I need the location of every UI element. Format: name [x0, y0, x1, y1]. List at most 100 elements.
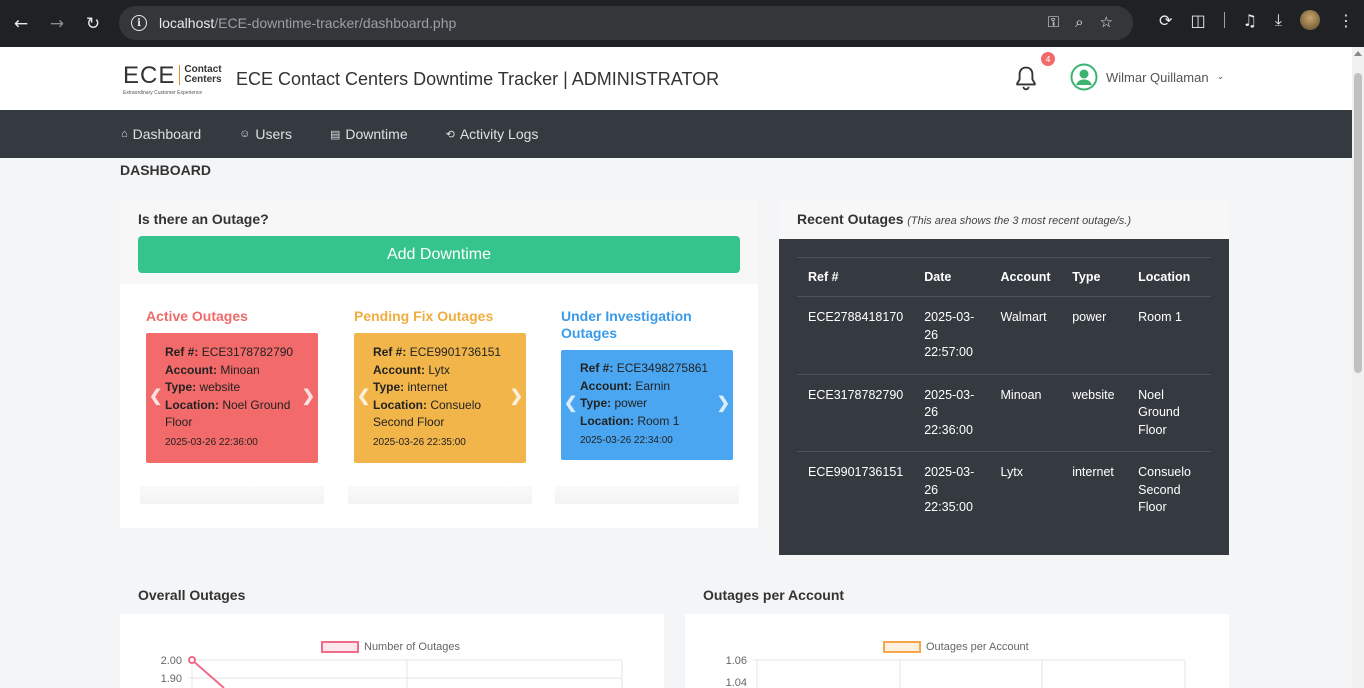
nav-item-label: Activity Logs [459, 126, 539, 142]
account-label: Account: [373, 362, 425, 377]
cell-type: website [1061, 374, 1128, 452]
carousel-indicator-shadow [555, 486, 739, 504]
nav-item-activity-logs[interactable]: ⟲ Activity Logs [446, 126, 539, 142]
bookmark-star-icon[interactable]: ☆ [1100, 13, 1113, 31]
nav-item-downtime[interactable]: ▤ Downtime [330, 126, 408, 142]
ref-value: ECE9901736151 [409, 345, 502, 359]
time-part: 22:36:00 [924, 422, 973, 437]
chevron-left-icon[interactable]: ❮ [357, 388, 370, 406]
y-tick-label: 1.04 [726, 677, 747, 688]
sync-icon[interactable]: ⟳ [1159, 11, 1172, 30]
series-line [191, 659, 225, 688]
column-header: Type [1061, 257, 1128, 297]
cell-type: power [1061, 296, 1128, 375]
date-part: 26 [924, 482, 939, 497]
legend-swatch [883, 641, 921, 653]
menu-dots-icon[interactable]: ⋮ [1338, 11, 1354, 30]
account-label: Account: [165, 362, 217, 377]
app-title: ECE Contact Centers Downtime Tracker | A… [236, 69, 720, 89]
cell-account: Minoan [989, 374, 1062, 452]
chevron-left-icon[interactable]: ❮ [564, 395, 577, 413]
legend-label: Number of Outages [364, 641, 460, 653]
carousel-indicator-shadow [140, 486, 324, 504]
ref-value: ECE3178782790 [201, 345, 294, 359]
timestamp: 2025-03-26 22:36:00 [165, 436, 258, 448]
timestamp: 2025-03-26 22:35:00 [373, 436, 466, 448]
table-header-row: Ref # Date Account Type Location [797, 257, 1211, 297]
under-investigation-column: Under Investigation Outages Ref #: ECE34… [555, 308, 739, 504]
app-header: ECE Contact Centers Extraordinary Custome… [0, 47, 1352, 110]
type-label: Type: [165, 380, 197, 394]
profile-avatar[interactable] [1300, 10, 1320, 30]
home-icon: ⌂ [121, 128, 128, 140]
type-label: Type: [580, 396, 612, 410]
user-name: Wilmar Quillaman [1106, 69, 1209, 85]
forward-icon[interactable]: → [39, 6, 75, 42]
account-value: Minoan [220, 362, 260, 377]
download-icon[interactable]: ⤓ [1275, 10, 1282, 30]
logo-ece: ECE [123, 62, 176, 89]
nav-item-dashboard[interactable]: ⌂ Dashboard [121, 126, 201, 142]
nav-item-users[interactable]: ☺ Users [239, 126, 292, 142]
logo-line2: Centers [184, 74, 222, 85]
column-header: Date [913, 257, 990, 297]
date-part: 2025-03- [924, 387, 975, 402]
chevron-right-icon[interactable]: ❯ [717, 395, 730, 413]
location-label: Location: [165, 397, 219, 412]
ref-value: ECE3498275861 [616, 361, 709, 375]
type-value: internet [407, 380, 448, 394]
add-downtime-button[interactable]: Add Downtime [138, 236, 740, 273]
column-title: Under Investigation Outages [561, 308, 692, 341]
data-point[interactable] [188, 656, 196, 664]
password-key-icon[interactable]: ⚿ [1048, 13, 1059, 31]
scroll-up-arrow[interactable] [1354, 51, 1362, 56]
chevron-right-icon[interactable]: ❯ [302, 388, 315, 406]
cell-location: Room 1 [1127, 296, 1211, 375]
legend-label: Outages per Account [926, 641, 1029, 653]
outage-slide[interactable]: Ref #: ECE9901736151 Account: Lytx Type:… [354, 333, 526, 463]
logo-tagline: Extraordinary Customer Experience [123, 90, 203, 96]
user-menu[interactable]: Wilmar Quillaman ⌄ [1070, 63, 1224, 91]
reload-icon[interactable]: ↻ [75, 6, 111, 42]
y-tick-label: 1.06 [726, 655, 747, 667]
url-text[interactable]: localhost/ECE-downtime-tracker/dashboard… [159, 15, 456, 31]
scrollbar-thumb[interactable] [1354, 73, 1362, 373]
column-header: Location [1127, 257, 1211, 297]
column-title: Active Outages [146, 308, 248, 324]
extensions-icon[interactable]: ◫ [1190, 11, 1205, 30]
overall-outages-title: Overall Outages [120, 576, 664, 614]
address-bar[interactable]: i localhost/ECE-downtime-tracker/dashboa… [119, 6, 1133, 40]
account-value: Earnin [635, 378, 671, 393]
page-scrollbar[interactable] [1352, 47, 1364, 688]
account-label: Account: [580, 378, 632, 393]
nav-item-label: Dashboard [132, 126, 202, 142]
ref-label: Ref #: [165, 345, 199, 359]
time-part: 22:35:00 [924, 500, 973, 514]
type-value: website [199, 380, 241, 394]
site-info-icon[interactable]: i [131, 15, 147, 31]
cell-ref: ECE2788418170 [797, 296, 914, 375]
chevron-left-icon[interactable]: ❮ [149, 388, 162, 406]
back-icon[interactable]: ← [3, 6, 39, 42]
location-label: Location: [580, 413, 634, 428]
outages-per-account-title: Outages per Account [685, 576, 1229, 614]
cell-location: Consuelo Second Floor [1127, 452, 1211, 529]
outage-slide[interactable]: Ref #: ECE3178782790 Account: Minoan Typ… [146, 333, 318, 463]
location-value: Room 1 [637, 413, 680, 428]
cell-ref: ECE9901736151 [808, 465, 904, 479]
company-logo[interactable]: ECE Contact Centers Extraordinary Custome… [123, 62, 222, 97]
outage-slide[interactable]: Ref #: ECE3498275861 Account: Earnin Typ… [561, 350, 733, 460]
bell-icon[interactable] [1012, 64, 1040, 92]
page-title: DASHBOARD [120, 162, 211, 178]
chevron-right-icon[interactable]: ❯ [510, 388, 523, 406]
time-part: 22:57:00 [924, 345, 973, 359]
media-icon[interactable]: ♫ [1243, 11, 1257, 30]
table-row: ECE2788418170 2025-03- 26 22:57:00 Walmart… [797, 296, 1211, 375]
location-part: Noel [1138, 387, 1164, 402]
recent-outages-card: Recent Outages (This area shows the 3 mo… [779, 200, 1229, 555]
url-host: localhost [159, 15, 215, 31]
legend-swatch [321, 641, 359, 653]
user-avatar-icon [1070, 63, 1098, 91]
cell-account: Walmart [989, 296, 1062, 375]
zoom-icon[interactable]: ⌕ [1075, 13, 1083, 31]
